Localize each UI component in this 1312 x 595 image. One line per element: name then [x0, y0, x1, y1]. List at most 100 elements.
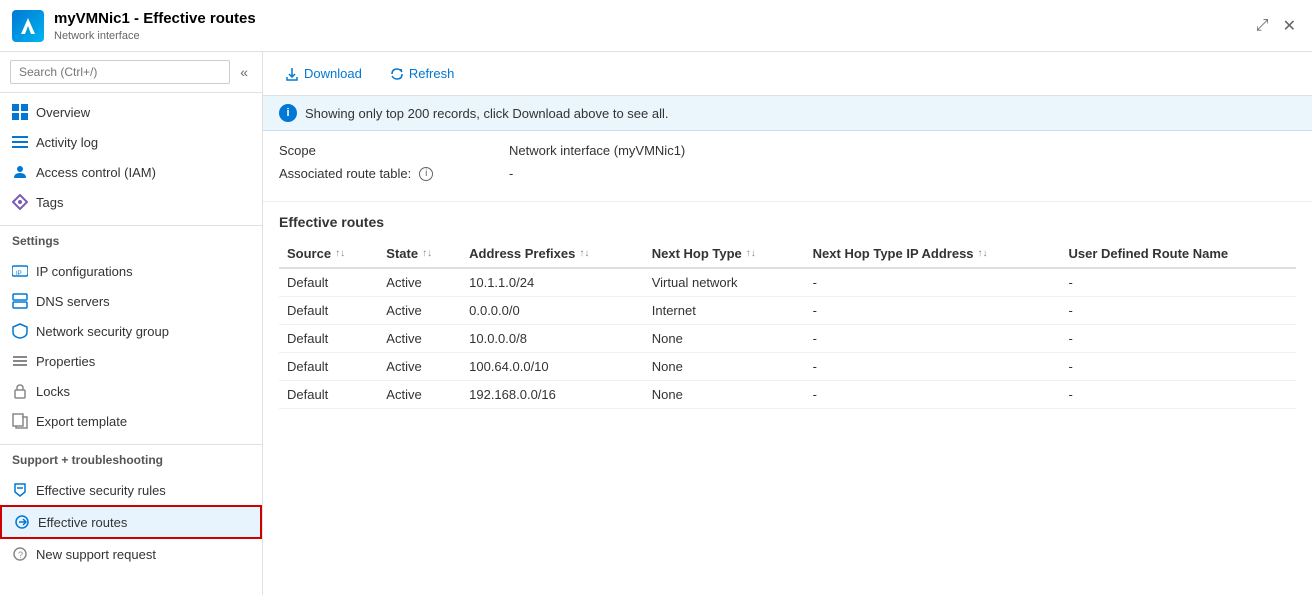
sort-state-icon[interactable]: ↑↓ [422, 248, 432, 259]
header-row: Source ↑↓ State ↑↓ Addre [279, 240, 1296, 268]
sidebar-item-export-template[interactable]: Export template [0, 406, 262, 436]
col-source: Source ↑↓ [279, 240, 378, 268]
tag-icon [12, 194, 28, 210]
azure-logo-icon [12, 10, 44, 42]
cell-source: Default [279, 353, 378, 381]
sort-nexthopip-icon[interactable]: ↑↓ [978, 248, 988, 259]
info-banner: i Showing only top 200 records, click Do… [263, 96, 1312, 131]
cell-source: Default [279, 268, 378, 297]
sidebar-item-effective-routes[interactable]: Effective routes [0, 505, 262, 539]
table-row: Default Active 10.1.1.0/24 Virtual netwo… [279, 268, 1296, 297]
route-table-label: Associated route table: i [279, 166, 509, 181]
col-next-hop-ip: Next Hop Type IP Address ↑↓ [805, 240, 1061, 268]
route-table-info-icon[interactable]: i [419, 167, 433, 181]
cell-source: Default [279, 297, 378, 325]
title-bar-actions: ⤢ ✕ [1252, 12, 1300, 40]
cell-next-hop-type: None [644, 353, 805, 381]
cell-state: Active [378, 353, 461, 381]
expand-button[interactable]: ⤢ [1252, 12, 1273, 40]
routes-icon [14, 514, 30, 530]
list-icon [12, 134, 28, 150]
col-address-prefixes: Address Prefixes ↑↓ [461, 240, 644, 268]
export-icon [12, 413, 28, 429]
collapse-button[interactable]: « [236, 62, 252, 82]
toolbar: Download Refresh [263, 52, 1312, 96]
sidebar-item-security-rules-label: Effective security rules [36, 483, 166, 498]
col-next-hop-type: Next Hop Type ↑↓ [644, 240, 805, 268]
sort-address-icon[interactable]: ↑↓ [579, 248, 589, 259]
settings-section-header: Settings [0, 225, 262, 252]
cell-next-hop-type: Internet [644, 297, 805, 325]
sidebar-item-dns-servers[interactable]: DNS servers [0, 286, 262, 316]
grid-icon [12, 104, 28, 120]
sidebar-item-new-support-request[interactable]: ? New support request [0, 539, 262, 569]
sidebar-item-locks[interactable]: Locks [0, 376, 262, 406]
lock-icon [12, 383, 28, 399]
sidebar-item-properties[interactable]: Properties [0, 346, 262, 376]
sidebar-item-effective-security-rules[interactable]: Effective security rules [0, 475, 262, 505]
refresh-button[interactable]: Refresh [384, 62, 461, 85]
table-row: Default Active 192.168.0.0/16 None - - [279, 381, 1296, 409]
cell-next-hop-type: Virtual network [644, 268, 805, 297]
route-table-row: Associated route table: i - [279, 166, 1296, 181]
cell-user-defined: - [1061, 353, 1297, 381]
sidebar-top-nav: Overview Activity log Access control (IA… [0, 93, 262, 221]
cell-user-defined: - [1061, 297, 1297, 325]
dns-icon [12, 293, 28, 309]
search-box: « [0, 52, 262, 93]
sort-nexthop-icon[interactable]: ↑↓ [746, 248, 756, 259]
title-bar: myVMNic1 - Effective routes Network inte… [0, 0, 1312, 52]
svg-text:?: ? [18, 550, 23, 560]
cell-address-prefixes: 192.168.0.0/16 [461, 381, 644, 409]
download-icon [285, 67, 299, 81]
sidebar-item-export-template-label: Export template [36, 414, 127, 429]
cell-next-hop-type: None [644, 325, 805, 353]
route-table-value: - [509, 166, 513, 181]
sidebar-item-network-security-group[interactable]: Network security group [0, 316, 262, 346]
properties-icon [12, 353, 28, 369]
sidebar-item-tags[interactable]: Tags [0, 187, 262, 217]
support-section-header: Support + troubleshooting [0, 444, 262, 471]
sidebar-item-ip-configurations-label: IP configurations [36, 264, 133, 279]
cell-state: Active [378, 325, 461, 353]
sidebar-item-activity-log-label: Activity log [36, 135, 98, 150]
sidebar-item-properties-label: Properties [36, 354, 95, 369]
window-subtitle: Network interface [54, 30, 140, 42]
routes-table-header: Source ↑↓ State ↑↓ Addre [279, 240, 1296, 268]
cell-address-prefixes: 10.0.0.0/8 [461, 325, 644, 353]
cell-address-prefixes: 10.1.1.0/24 [461, 268, 644, 297]
download-label: Download [304, 66, 362, 81]
cell-next-hop-ip: - [805, 381, 1061, 409]
table-row: Default Active 10.0.0.0/8 None - - [279, 325, 1296, 353]
cell-address-prefixes: 0.0.0.0/0 [461, 297, 644, 325]
refresh-icon [390, 67, 404, 81]
sidebar-item-routes-label: Effective routes [38, 515, 127, 530]
cell-next-hop-ip: - [805, 353, 1061, 381]
cell-next-hop-type: None [644, 381, 805, 409]
svg-text:IP: IP [16, 271, 22, 277]
close-button[interactable]: ✕ [1279, 12, 1300, 40]
cell-state: Active [378, 297, 461, 325]
routes-table: Source ↑↓ State ↑↓ Addre [279, 240, 1296, 409]
sidebar-item-access-control-label: Access control (IAM) [36, 165, 156, 180]
cell-user-defined: - [1061, 325, 1297, 353]
sidebar-item-access-control[interactable]: Access control (IAM) [0, 157, 262, 187]
cell-address-prefixes: 100.64.0.0/10 [461, 353, 644, 381]
scope-value: Network interface (myVMNic1) [509, 143, 685, 158]
shield-icon [12, 323, 28, 339]
sidebar-settings-nav: IP IP configurations DNS servers Network… [0, 252, 262, 440]
routes-table-body: Default Active 10.1.1.0/24 Virtual netwo… [279, 268, 1296, 409]
cell-next-hop-ip: - [805, 297, 1061, 325]
sidebar-item-overview[interactable]: Overview [0, 97, 262, 127]
sidebar: « Overview Activity log Access control (… [0, 52, 263, 595]
search-input[interactable] [10, 60, 230, 84]
sidebar-item-activity-log[interactable]: Activity log [0, 127, 262, 157]
security-rules-icon [12, 482, 28, 498]
info-banner-message: Showing only top 200 records, click Down… [305, 106, 669, 121]
sort-source-icon[interactable]: ↑↓ [335, 248, 345, 259]
sidebar-item-ip-configurations[interactable]: IP IP configurations [0, 256, 262, 286]
sidebar-support-nav: Effective security rules Effective route… [0, 471, 262, 573]
download-button[interactable]: Download [279, 62, 368, 85]
sidebar-item-nsg-label: Network security group [36, 324, 169, 339]
sidebar-item-support-label: New support request [36, 547, 156, 562]
